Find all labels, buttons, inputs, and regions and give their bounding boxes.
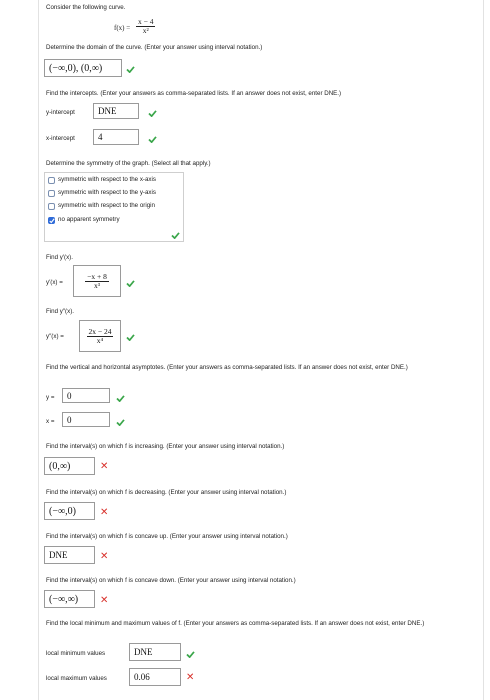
y-intercept-field[interactable]: DNE [93,103,139,119]
increasing-field[interactable]: (0,∞) [44,457,95,475]
symmetry-option-3-label: no apparent symmetry [58,216,120,223]
local-min-label: local minimum values [46,650,106,657]
concave-down-prompt: Find the interval(s) on which f is conca… [46,577,296,584]
first-derivative-fraction: −x + 8 x³ [85,272,109,290]
y-intercept-correct-icon [148,110,157,117]
curve-lhs: f(x) = [114,24,131,32]
domain-answer-field[interactable]: (−∞,0), (0,∞) [44,59,122,77]
symmetry-option-0-label: symmetric with respect to the x-axis [58,176,156,183]
curve-fraction: x − 4 x² [136,18,156,35]
symmetry-option-3-checkbox[interactable] [48,217,55,224]
symmetry-option-1-checkbox[interactable] [48,190,55,197]
concave-down-field[interactable]: (−∞,∞) [44,590,95,608]
first-derivative-correct-icon [126,280,135,287]
decreasing-prompt: Find the interval(s) on which f is decre… [46,489,287,496]
y-intercept-label: y-intercept [46,109,75,116]
increasing-incorrect-icon: ✕ [100,461,109,472]
second-derivative-field[interactable]: 2x − 24 x⁴ [79,320,121,352]
asymptote-x-label: x = [46,418,55,425]
asymptote-x-correct-icon [116,419,125,426]
symmetry-option-0-checkbox[interactable] [48,177,55,184]
symmetry-prompt: Determine the symmetry of the graph. (Se… [46,160,211,167]
asymptote-y-label: y = [46,394,55,401]
concave-up-incorrect-icon: ✕ [100,551,109,562]
intro-text: Consider the following curve. [46,4,126,11]
second-derivative-denominator: x⁴ [96,335,104,345]
extrema-prompt: Find the local minimum and maximum value… [46,620,425,627]
second-derivative-lhs: y″(x) = [46,333,64,340]
symmetry-correct-icon [171,232,180,239]
intercepts-prompt: Find the intercepts. (Enter your answers… [46,90,342,97]
x-intercept-correct-icon [148,136,157,143]
asymptote-y-field[interactable]: 0 [62,388,110,403]
concave-down-incorrect-icon: ✕ [100,595,109,606]
decreasing-incorrect-icon: ✕ [100,507,109,518]
second-derivative-fraction: 2x − 24 x⁴ [86,327,114,345]
symmetry-option-1-label: symmetric with respect to the y-axis [58,189,156,196]
asymptotes-prompt: Find the vertical and horizontal asympto… [46,364,408,371]
decreasing-field[interactable]: (−∞,0) [44,502,95,520]
asymptote-y-correct-icon [116,395,125,402]
second-derivative-correct-icon [126,334,135,341]
local-min-field[interactable]: DNE [129,643,181,661]
first-derivative-field[interactable]: −x + 8 x³ [73,265,121,297]
curve-denominator: x² [142,26,149,35]
local-max-incorrect-icon: ✕ [186,672,195,683]
local-max-field[interactable]: 0.06 [129,668,181,686]
first-derivative-lhs: y′(x) = [46,279,63,286]
x-intercept-field[interactable]: 4 [93,129,139,145]
symmetry-option-2-checkbox[interactable] [48,203,55,210]
increasing-prompt: Find the interval(s) on which f is incre… [46,443,285,450]
asymptote-x-field[interactable]: 0 [62,412,110,427]
concave-up-prompt: Find the interval(s) on which f is conca… [46,533,288,540]
local-max-label: local maximum values [46,675,107,682]
concave-up-field[interactable]: DNE [44,546,95,564]
symmetry-option-2-label: symmetric with respect to the origin [58,202,155,209]
second-derivative-prompt: Find y″(x). [46,308,74,315]
domain-prompt: Determine the domain of the curve. (Ente… [46,44,263,51]
local-min-correct-icon [186,651,195,658]
x-intercept-label: x-intercept [46,135,75,142]
domain-correct-icon [126,66,135,73]
first-derivative-prompt: Find y′(x). [46,254,73,261]
first-derivative-denominator: x³ [94,280,100,290]
